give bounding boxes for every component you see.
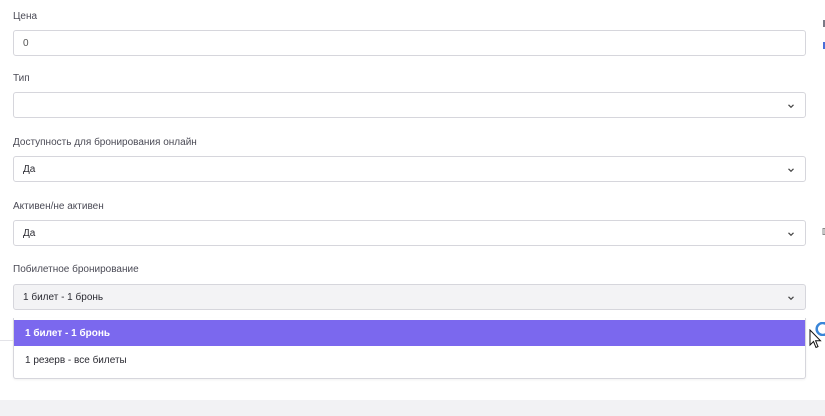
price-input[interactable]: 0: [13, 30, 806, 56]
divider: [0, 340, 13, 341]
edge-fragment-icon: [823, 42, 825, 49]
chevron-down-icon: [788, 168, 794, 173]
ticket-booking-dropdown: 1 билет - 1 бронь 1 резерв - все билеты: [13, 318, 806, 379]
active-value: Да: [23, 228, 36, 239]
booking-form: Цена 0 Тип Доступность для бронирования …: [0, 0, 825, 400]
price-label: Цена: [13, 11, 38, 22]
active-label: Активен/не активен: [13, 201, 104, 212]
ticket-booking-value: 1 билет - 1 бронь: [23, 292, 104, 303]
option-label: 1 резерв - все билеты: [25, 355, 127, 366]
online-booking-select[interactable]: Да: [13, 156, 806, 182]
type-select[interactable]: [13, 92, 806, 118]
mouse-cursor-icon: [809, 329, 822, 349]
edge-fragment-icon: [823, 20, 825, 27]
active-select[interactable]: Да: [13, 220, 806, 246]
online-booking-value: Да: [23, 164, 36, 175]
ticket-booking-select[interactable]: 1 билет - 1 бронь: [13, 284, 806, 310]
chevron-down-icon: [788, 104, 794, 109]
online-booking-label: Доступность для бронирования онлайн: [13, 137, 197, 148]
chevron-down-icon: [788, 296, 794, 301]
option-label: 1 билет - 1 бронь: [25, 328, 111, 339]
type-label: Тип: [13, 73, 30, 84]
ticket-booking-label: Побилетное бронирование: [13, 264, 139, 275]
chevron-down-icon: [788, 232, 794, 237]
dropdown-option[interactable]: 1 резерв - все билеты: [14, 347, 805, 373]
price-value: 0: [23, 38, 29, 49]
page-footer-strip: [0, 400, 825, 416]
dropdown-option-selected[interactable]: 1 билет - 1 бронь: [14, 320, 805, 346]
checkbox-fragment-icon: [822, 228, 825, 235]
